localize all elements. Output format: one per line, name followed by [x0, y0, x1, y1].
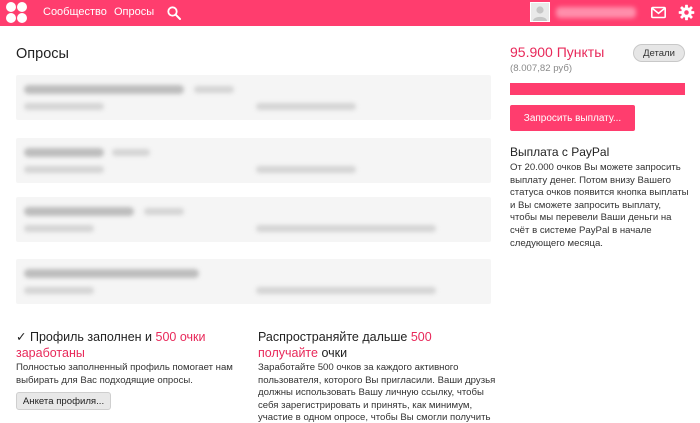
logo-circle: [17, 2, 27, 12]
profile-questionnaire-button[interactable]: Анкета профиля...: [16, 392, 111, 410]
survey-points-redacted: [256, 103, 356, 110]
survey-points-redacted: [256, 287, 436, 294]
paypal-description: От 20.000 очков Вы можете запросить выпл…: [510, 162, 689, 249]
logo-circle: [6, 13, 16, 23]
survey-card[interactable]: [16, 259, 491, 304]
points-balance: 95.900 Пункты: [510, 44, 605, 60]
survey-title-redacted: [24, 148, 104, 157]
nav-link-surveys[interactable]: Опросы: [114, 6, 154, 18]
nav-link-community[interactable]: Сообщество: [43, 6, 107, 18]
top-navigation-bar: Сообщество Опросы: [0, 0, 700, 26]
mail-icon[interactable]: [651, 6, 666, 19]
payout-progress-bar: [510, 83, 685, 95]
survey-card[interactable]: [16, 197, 491, 242]
survey-status-redacted: [24, 225, 94, 232]
request-payout-button[interactable]: Запросить выплату...: [510, 105, 635, 131]
paypal-heading: Выплата с PayPal: [510, 145, 610, 159]
survey-status-redacted: [24, 166, 104, 173]
user-silhouette-icon: [533, 6, 547, 21]
logo-circle: [6, 2, 16, 12]
referral-heading-suffix: очки: [321, 346, 348, 360]
four-circles-logo-icon[interactable]: [6, 2, 28, 24]
checkmark-icon: ✓: [16, 330, 30, 344]
survey-title-redacted: [24, 85, 184, 94]
survey-card[interactable]: [16, 75, 491, 120]
survey-date-redacted: [194, 86, 234, 93]
payout-progress-fill: [510, 83, 685, 95]
details-button[interactable]: Детали: [633, 44, 685, 62]
survey-points-redacted: [256, 166, 356, 173]
page-title: Опросы: [16, 46, 69, 62]
survey-title-redacted: [24, 207, 134, 216]
user-avatar[interactable]: [530, 2, 550, 22]
profile-description: Полностью заполненный профиль помогает н…: [16, 362, 233, 386]
profile-heading-text: Профиль заполнен и: [29, 330, 156, 344]
referral-description: Заработайте 500 очков за каждого активно…: [258, 362, 496, 423]
profile-complete-heading: ✓ Профиль заполнен и 500 очки заработаны: [16, 329, 236, 361]
points-rub-value: (8.007,82 руб): [510, 63, 573, 74]
survey-card[interactable]: [16, 138, 491, 183]
survey-title-redacted: [24, 269, 199, 278]
referral-heading: Распространяйте дальше 500 получайте очк…: [258, 329, 493, 361]
search-icon[interactable]: [167, 6, 181, 20]
survey-status-redacted: [24, 103, 104, 110]
logo-circle: [17, 13, 27, 23]
survey-points-redacted: [256, 225, 436, 232]
referral-heading-text: Распространяйте дальше: [258, 330, 411, 344]
survey-date-redacted: [144, 208, 184, 215]
survey-date-redacted: [112, 149, 150, 156]
user-name-redacted[interactable]: [556, 7, 636, 18]
survey-status-redacted: [24, 287, 94, 294]
gear-icon[interactable]: [678, 4, 695, 21]
